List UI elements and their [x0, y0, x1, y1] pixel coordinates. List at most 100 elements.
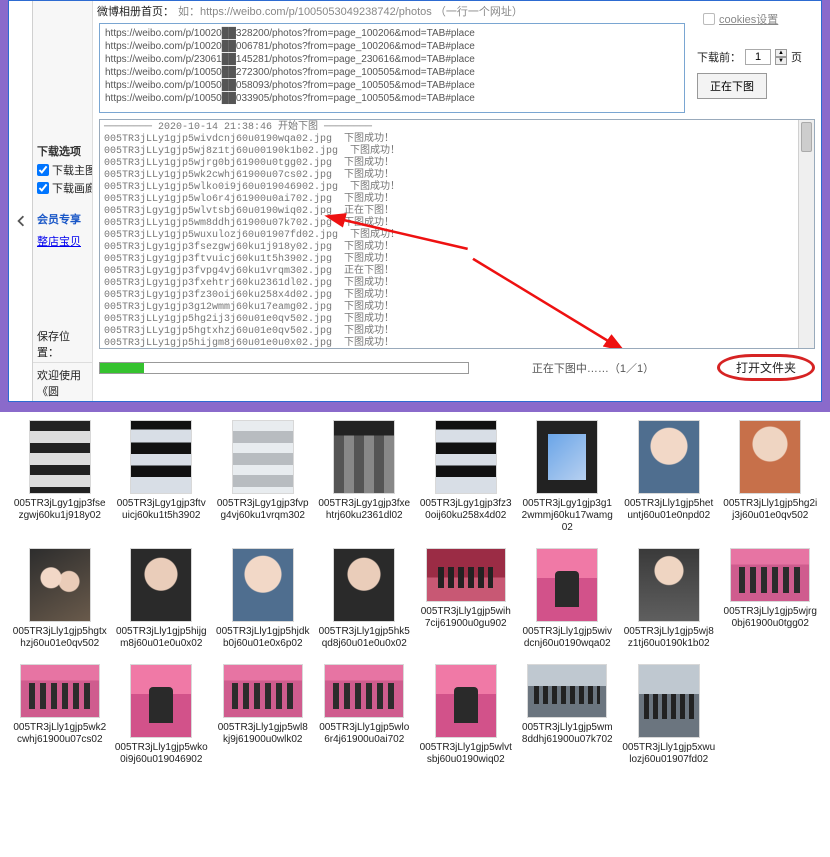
- file-item[interactable]: 005TR3jLly1gjp5wm8ddhj61900u07k702: [520, 664, 616, 766]
- file-name-label: 005TR3jLly1gjp5wjrg0bj61900u0tgg02: [723, 606, 817, 630]
- file-name-label: 005TR3jLly1gjp5wlo6r4j61900u0ai702: [317, 722, 411, 746]
- file-thumbnail: [333, 420, 395, 494]
- status-text: 正在下图中……（1／1）: [475, 360, 711, 376]
- chk-download-gallery[interactable]: 下载画廊: [33, 179, 92, 197]
- file-thumbnail: [324, 664, 404, 718]
- file-item[interactable]: 005TR3jLgy1gjp3fvpg4vj60ku1vrqm302: [215, 420, 311, 534]
- file-thumbnail: [536, 548, 598, 622]
- file-name-label: 005TR3jLly1gjp5hetuntj60u01e0npd02: [622, 498, 716, 522]
- url-textarea[interactable]: https://weibo.com/p/10020██328200/photos…: [99, 23, 685, 113]
- file-name-label: 005TR3jLly1gjp5wj8z1tj60u0190k1b02: [622, 626, 716, 650]
- file-name-label: 005TR3jLly1gjp5wl8kj9j61900u0wlk02: [216, 722, 310, 746]
- file-item[interactable]: 005TR3jLly1gjp5wj8z1tj60u0190k1b02: [621, 548, 717, 650]
- file-item[interactable]: 005TR3jLgy1gjp3fz30oij60ku258x4d02: [418, 420, 514, 534]
- file-name-label: 005TR3jLly1gjp5hg2ij3j60u01e0qv502: [723, 498, 817, 522]
- file-name-label: 005TR3jLly1gjp5wih7cij61900u0gu902: [419, 606, 513, 630]
- file-name-label: 005TR3jLgy1gjp3g12wmmj60ku17wamg02: [520, 498, 614, 534]
- collapse-gutter[interactable]: [9, 1, 33, 401]
- chk-download-gallery-label: 下载画廊: [52, 180, 92, 196]
- file-name-label: 005TR3jLly1gjp5wk2cwhj61900u07cs02: [13, 722, 107, 746]
- file-item[interactable]: 005TR3jLly1gjp5wlo6r4j61900u0ai702: [317, 664, 413, 766]
- file-item[interactable]: 005TR3jLgy1gjp3fxehtrj60ku2361dl02: [317, 420, 413, 534]
- log-text: ──────── 2020-10-14 21:38:46 开始下图 ──────…: [100, 120, 814, 349]
- file-item[interactable]: 005TR3jLly1gjp5wjrg0bj61900u0tgg02: [723, 548, 819, 650]
- file-name-label: 005TR3jLly1gjp5wm8ddhj61900u07k702: [520, 722, 614, 746]
- file-name-label: 005TR3jLly1gjp5hgtxhzj60u01e0qv502: [13, 626, 107, 650]
- welcome-text: 欢迎使用《圆: [33, 362, 92, 401]
- file-item[interactable]: 005TR3jLly1gjp5hijgm8j60u01e0u0x02: [114, 548, 210, 650]
- file-item[interactable]: 005TR3jLly1gjp5hk5qd8j60u01e0u0x02: [317, 548, 413, 650]
- file-item[interactable]: 005TR3jLly1gjp5wk2cwhj61900u07cs02: [12, 664, 108, 766]
- file-name-label: 005TR3jLly1gjp5wko0i9j60u019046902: [114, 742, 208, 766]
- open-folder-button[interactable]: 打开文件夹: [717, 354, 815, 381]
- file-name-label: 005TR3jLgy1gjp3fz30oij60ku258x4d02: [419, 498, 513, 522]
- options-sidebar: 下载选项 下载主图 下载画廊 会员专享 整店宝贝 保存位置： 欢迎使用《圆: [33, 1, 93, 401]
- log-area[interactable]: ──────── 2020-10-14 21:38:46 开始下图 ──────…: [99, 119, 815, 349]
- file-name-label: 005TR3jLly1gjp5hijgm8j60u01e0u0x02: [114, 626, 208, 650]
- file-thumbnail: [20, 664, 100, 718]
- file-thumbnail: [739, 664, 801, 738]
- log-scroll-thumb[interactable]: [801, 122, 812, 152]
- file-thumbnail: [29, 548, 91, 622]
- file-thumbnail: [130, 548, 192, 622]
- save-location-label: 保存位置：: [33, 326, 92, 362]
- file-item[interactable]: 005TR3jLly1gjp5hjdkb0j60u01e0x6p02: [215, 548, 311, 650]
- chk-download-main-label: 下载主图: [52, 162, 92, 178]
- log-scrollbar[interactable]: [798, 120, 814, 348]
- url-row-hint: 如：https://weibo.com/p/1005053049238742/p…: [178, 3, 523, 19]
- file-item[interactable]: 005TR3jLly1gjp5wl8kj9j61900u0wlk02: [215, 664, 311, 766]
- file-thumbnail: [638, 548, 700, 622]
- download-before-row: 下载前： ▲ ▼ 页: [697, 49, 815, 65]
- file-name-label: 005TR3jLly1gjp5hk5qd8j60u01e0u0x02: [317, 626, 411, 650]
- file-item[interactable]: 005TR3jLly1gjp5hg2ij3j60u01e0qv502: [723, 420, 819, 534]
- file-thumbnail: [638, 664, 700, 738]
- chk-download-gallery-input[interactable]: [37, 182, 49, 194]
- url-row-label: 微博相册首页：: [97, 3, 174, 19]
- file-item[interactable]: 005TR3jLly1gjp5wlvtsbj60u0190wiq02: [418, 664, 514, 766]
- file-item[interactable]: 005TR3jLly1gjp5wih7cij61900u0gu902: [418, 548, 514, 650]
- file-item[interactable]: 005TR3jLly1gjp5xwulozj60u01907fd02: [621, 664, 717, 766]
- chk-download-main[interactable]: 下载主图: [33, 161, 92, 179]
- file-thumbnail: [223, 664, 303, 718]
- file-thumbnail: [130, 664, 192, 738]
- file-item[interactable]: 005TR3jLly1gjp5hgtxhzj60u01e0qv502: [12, 548, 108, 650]
- chk-download-main-input[interactable]: [37, 164, 49, 176]
- progress-fill: [100, 363, 144, 373]
- url-label-row: 微博相册首页： 如：https://weibo.com/p/1005053049…: [93, 1, 691, 21]
- file-name-label: 005TR3jLgy1gjp3fxehtrj60ku2361dl02: [317, 498, 411, 522]
- file-thumbnail: [435, 664, 497, 738]
- spin-down-button[interactable]: ▼: [775, 57, 787, 65]
- file-thumbnail: [426, 548, 506, 602]
- file-item: [723, 664, 819, 766]
- download-before-input[interactable]: [745, 49, 771, 65]
- bottom-bar: 正在下图中……（1／1） 打开文件夹: [93, 351, 821, 387]
- file-thumbnail: [536, 420, 598, 494]
- file-item[interactable]: 005TR3jLgy1gjp3ftvuicj60ku1t5h3902: [114, 420, 210, 534]
- file-item[interactable]: 005TR3jLly1gjp5hetuntj60u01e0npd02: [621, 420, 717, 534]
- file-item[interactable]: 005TR3jLgy1gjp3g12wmmj60ku17wamg02: [520, 420, 616, 534]
- cookies-link-label: cookies设置: [719, 11, 778, 27]
- file-thumbnail: [638, 420, 700, 494]
- file-name-label: 005TR3jLgy1gjp3fvpg4vj60ku1vrqm302: [216, 498, 310, 522]
- file-thumbnail: [435, 420, 497, 494]
- file-name-label: 005TR3jLly1gjp5hjdkb0j60u01e0x6p02: [216, 626, 310, 650]
- file-name-label: 005TR3jLly1gjp5wivdcnj60u0190wqa02: [520, 626, 614, 650]
- start-download-button[interactable]: 正在下图: [697, 73, 767, 99]
- progress-bar: [99, 362, 469, 374]
- app-outer: 下载选项 下载主图 下载画廊 会员专享 整店宝贝 保存位置： 欢迎使用《圆: [0, 0, 830, 412]
- file-thumbnail: [333, 548, 395, 622]
- member-section-title: 会员专享: [33, 209, 92, 229]
- top-block: 微博相册首页： 如：https://weibo.com/p/1005053049…: [93, 1, 821, 117]
- cookies-settings-link[interactable]: cookies设置: [703, 11, 778, 27]
- file-thumbnail: [527, 664, 607, 718]
- file-item[interactable]: 005TR3jLly1gjp5wko0i9j60u019046902: [114, 664, 210, 766]
- file-name-label: 005TR3jLgy1gjp3ftvuicj60ku1t5h3902: [114, 498, 208, 522]
- spin-up-button[interactable]: ▲: [775, 49, 787, 57]
- file-item[interactable]: 005TR3jLgy1gjp3fsezgwj60ku1j918y02: [12, 420, 108, 534]
- file-thumbnail: [130, 420, 192, 494]
- file-thumbnail: [232, 548, 294, 622]
- file-name-label: 005TR3jLly1gjp5xwulozj60u01907fd02: [622, 742, 716, 766]
- file-item[interactable]: 005TR3jLly1gjp5wivdcnj60u0190wqa02: [520, 548, 616, 650]
- link-whole-store[interactable]: 整店宝贝: [37, 236, 81, 248]
- file-thumbnail: [29, 420, 91, 494]
